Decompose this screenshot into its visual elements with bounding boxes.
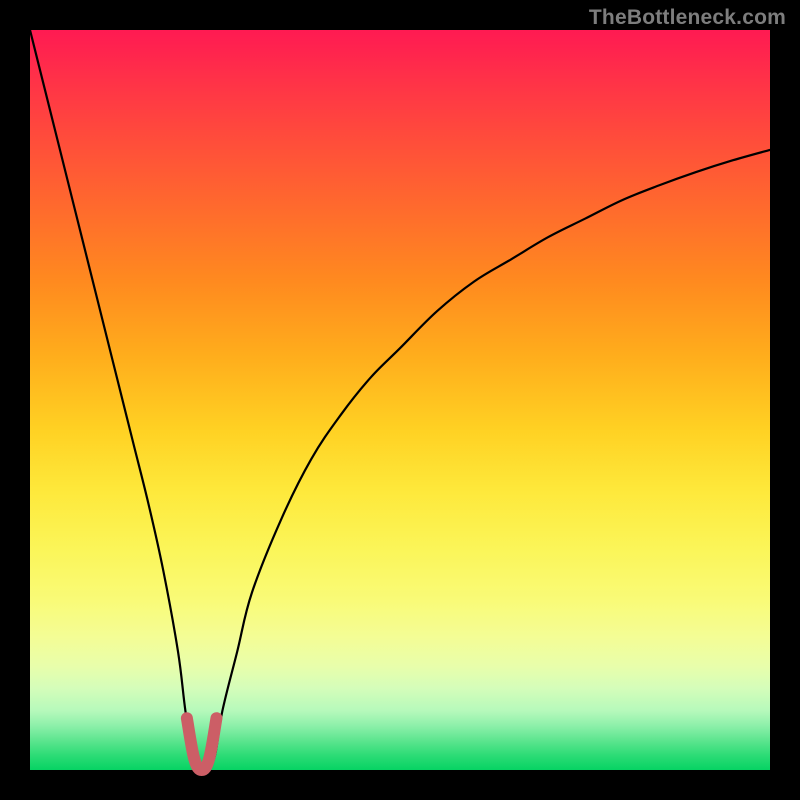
chart-frame: TheBottleneck.com (0, 0, 800, 800)
plot-area (30, 30, 770, 770)
bottleneck-curve (30, 30, 770, 770)
watermark-text: TheBottleneck.com (589, 6, 786, 30)
curve-marker (187, 718, 217, 770)
curve-path (30, 30, 770, 772)
